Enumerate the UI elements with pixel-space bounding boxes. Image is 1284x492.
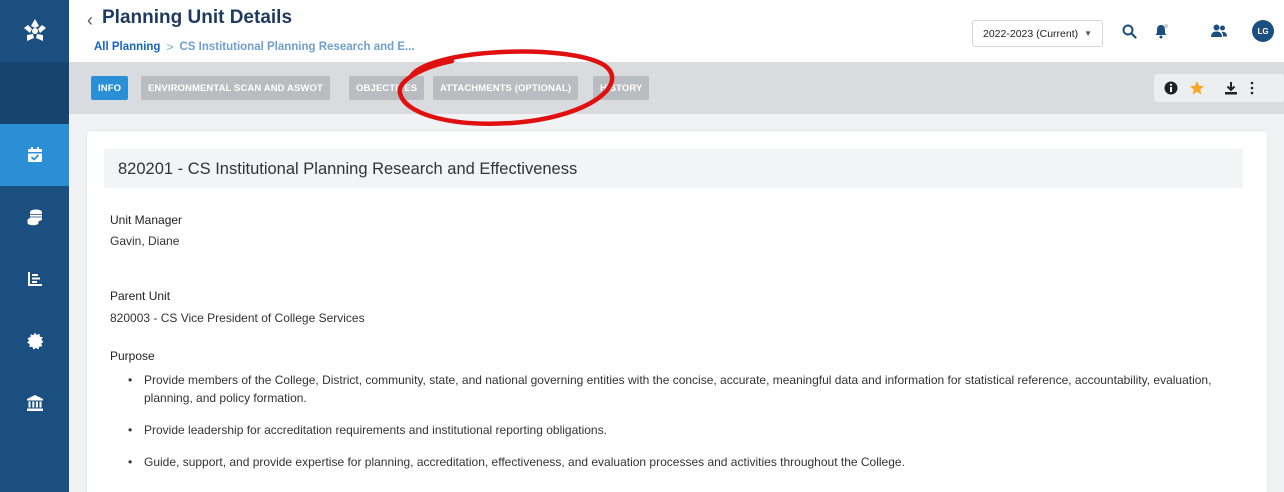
chevron-left-icon[interactable]: ‹ [87,10,93,31]
unit-title: 820201 - CS Institutional Planning Resea… [118,160,578,178]
unit-manager-value: Gavin, Diane [110,234,180,248]
tab-attachments[interactable]: ATTACHMENTS (OPTIONAL) [433,76,579,100]
calendar-check-icon [27,147,42,162]
tab-environmental-scan[interactable]: ENVIRONMENTAL SCAN AND ASWOT [141,76,330,100]
sidebar-item-planning[interactable] [0,124,69,186]
sidebar-item-settings[interactable] [0,310,69,372]
coins-icon [27,209,42,226]
purpose-list: Provide members of the College, District… [128,371,1248,485]
avatar[interactable]: LG [1252,20,1274,42]
app-logo[interactable] [0,0,69,62]
parent-unit-value: 820003 - CS Vice President of College Se… [110,311,365,325]
bell-icon[interactable] [1152,22,1170,40]
caret-down-icon: ▼ [1084,29,1093,38]
tab-objectives[interactable]: OBJECTIVES [349,76,425,100]
download-icon[interactable] [1223,80,1239,96]
top-header: ‹ Planning Unit Details All Planning > C… [69,0,1284,62]
purpose-item: Guide, support, and provide expertise fo… [128,453,1248,471]
breadcrumb-current[interactable]: CS Institutional Planning Research and E… [179,41,414,53]
tab-history[interactable]: HISTORY [593,76,650,100]
search-icon[interactable] [1120,22,1138,40]
breadcrumb-root-link[interactable]: All Planning [94,41,160,53]
year-select-value: 2022-2023 (Current) [983,27,1079,40]
star-icon[interactable] [1189,80,1205,96]
breadcrumb-separator: > [166,40,174,54]
purpose-label: Purpose [110,349,155,363]
year-select[interactable]: 2022-2023 (Current) ▼ [972,20,1104,47]
tab-info[interactable]: INFO [91,76,129,100]
logo-icon [23,19,46,41]
more-vertical-icon[interactable] [1244,80,1260,96]
sidebar-item-reports[interactable] [0,248,69,310]
purpose-item: Provide members of the College, District… [128,371,1248,407]
sidebar-item-institution[interactable] [0,372,69,434]
sidebar [0,0,69,492]
parent-unit-label: Parent Unit [110,289,171,303]
gear-icon [26,332,43,350]
page-title: Planning Unit Details [102,7,293,28]
toolbar-actions [1154,74,1284,102]
info-icon[interactable] [1163,80,1179,96]
unit-manager-label: Unit Manager [110,213,183,227]
unit-details-card: 820201 - CS Institutional Planning Resea… [87,131,1267,492]
tab-bar: INFO ENVIRONMENTAL SCAN AND ASWOT OBJECT… [69,62,1284,114]
breadcrumb: All Planning > CS Institutional Planning… [94,40,415,54]
sidebar-item-budget[interactable] [0,186,69,248]
purpose-item: Provide leadership for accreditation req… [128,421,1248,439]
sidebar-spacer [0,62,69,124]
unit-header: 820201 - CS Institutional Planning Resea… [104,149,1243,188]
users-icon[interactable] [1210,22,1228,40]
institution-icon [26,395,43,411]
bar-list-icon [27,272,42,286]
